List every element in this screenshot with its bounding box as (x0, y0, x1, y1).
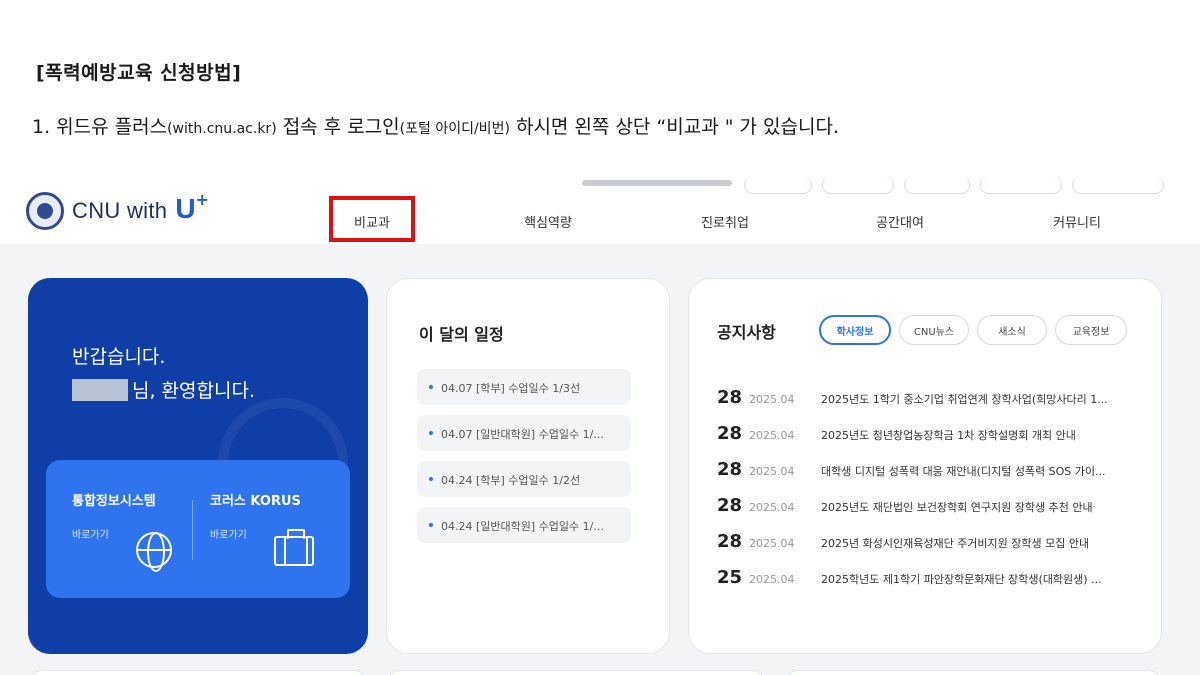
notice-month: 2025.04 (749, 573, 795, 586)
step-url: (with.cnu.ac.kr) (167, 121, 277, 137)
notice-row[interactable]: 25 2025.04 2025학년도 제1학기 파안장학문화재단 장학생(대학원… (717, 567, 1137, 591)
schedule-title: 이 달의 일정 (419, 325, 504, 344)
notice-title: 공지사항 (717, 323, 776, 342)
utility-link[interactable] (904, 176, 970, 194)
welcome-card: 반갑습니다. 님, 환영합니다. 통합정보시스템 바로가기 코러스 KORUS … (28, 278, 368, 654)
schedule-item[interactable]: 04.07 [일반대학원] 수업일수 1/... (417, 415, 631, 451)
welcome-suffix: 님, 환영합니다. (132, 380, 255, 402)
notice-day: 25 (717, 567, 743, 588)
quick-link-title: 통합정보시스템 (72, 494, 156, 509)
nav-item-community[interactable]: 커뮤니티 (1053, 212, 1101, 231)
notice-day: 28 (717, 387, 743, 408)
step-mid: 접속 후 로그인 (276, 116, 400, 138)
quick-link-sub: 바로가기 (72, 530, 109, 541)
notice-text: 2025년도 재단법인 보건장학회 연구지원 장학생 추천 안내 (821, 501, 1093, 514)
notice-text: 2025년 화성시인재육성재단 주거비지원 장학생 모집 안내 (821, 537, 1090, 550)
notice-text: 2025년도 청년창업농장학금 1차 장학설명회 개최 안내 (821, 429, 1076, 442)
step-suffix: 하시면 왼쪽 상단 “비교과 " 가 있습니다. (509, 116, 840, 138)
bottom-card (28, 670, 368, 675)
tab-cnu-news[interactable]: CNU뉴스 (899, 315, 969, 345)
nav-item-core-competency[interactable]: 핵심역량 (524, 212, 572, 231)
step-portal: (포털 아이디/비번) (399, 121, 510, 137)
notice-row[interactable]: 28 2025.04 2025년 화성시인재육성재단 주거비지원 장학생 모집 … (717, 531, 1137, 555)
notice-text: 대학생 디지털 성폭력 대응 재안내(디지털 성폭력 SOS 가이... (821, 465, 1106, 478)
utility-link[interactable] (1072, 176, 1164, 194)
site-header: CNU with U + 비교과 핵심역량 진로취업 공간대여 커뮤니티 (0, 172, 1200, 244)
welcome-user: 님, 환영합니다. (72, 376, 255, 403)
utility-link[interactable] (744, 176, 812, 194)
quick-link-title: 코러스 KORUS (210, 494, 301, 509)
notice-day: 28 (717, 531, 743, 552)
schedule-item[interactable]: 04.24 [일반대학원] 수업일수 1/... (417, 507, 631, 543)
logo-text: CNU with (72, 198, 168, 223)
schedule-item[interactable]: 04.07 [학부] 수업일수 1/3선 (417, 369, 631, 405)
quick-links-panel: 통합정보시스템 바로가기 코러스 KORUS 바로가기 (46, 460, 350, 598)
notice-row[interactable]: 28 2025.04 대학생 디지털 성폭력 대응 재안내(디지털 성폭력 SO… (717, 459, 1137, 483)
quick-link-sub: 바로가기 (210, 530, 247, 541)
logo-u: U (175, 193, 196, 224)
tab-news[interactable]: 새소식 (977, 315, 1047, 345)
notice-month: 2025.04 (749, 429, 795, 442)
logo-plus: + (195, 189, 209, 209)
monthly-schedule-card: 이 달의 일정 04.07 [학부] 수업일수 1/3선 04.07 [일반대학… (386, 278, 670, 654)
site-logo[interactable]: CNU with U + (26, 189, 209, 230)
doc-heading: [폭력예방교육 신청방법] (36, 62, 242, 84)
globe-icon (136, 532, 172, 572)
website-screenshot: CNU with U + 비교과 핵심역량 진로취업 공간대여 커뮤니티 반갑습니… (0, 172, 1200, 675)
notice-text: 2025학년도 제1학기 파안장학문화재단 장학생(대학원생) ... (821, 573, 1102, 586)
notice-month: 2025.04 (749, 501, 795, 514)
welcome-greeting: 반갑습니다. (72, 346, 166, 368)
nav-item-career[interactable]: 진로취업 (701, 212, 749, 231)
bottom-card (784, 670, 1162, 675)
tab-education[interactable]: 교육정보 (1055, 315, 1127, 345)
notice-day: 28 (717, 459, 743, 480)
briefcase-icon (274, 529, 314, 566)
notice-text: 2025년도 1학기 중소기업 취업연계 장학사업(희망사다리 1... (821, 393, 1108, 406)
utility-link[interactable] (822, 176, 894, 194)
utility-link[interactable] (980, 176, 1062, 194)
university-emblem-icon (26, 192, 64, 230)
notice-row[interactable]: 28 2025.04 2025년도 1학기 중소기업 취업연계 장학사업(희망사… (717, 387, 1137, 411)
notice-month: 2025.04 (749, 537, 795, 550)
tab-academic[interactable]: 학사정보 (819, 315, 891, 345)
notice-row[interactable]: 28 2025.04 2025년도 재단법인 보건장학회 연구지원 장학생 추천… (717, 495, 1137, 519)
redacted-username (72, 378, 128, 401)
notice-card: 공지사항 학사정보 CNU뉴스 새소식 교육정보 28 2025.04 2025… (688, 278, 1162, 654)
divider (192, 500, 193, 560)
notice-month: 2025.04 (749, 465, 795, 478)
utility-bar (582, 180, 732, 186)
schedule-item[interactable]: 04.24 [학부] 수업일수 1/2선 (417, 461, 631, 497)
bottom-card (386, 670, 766, 675)
notice-day: 28 (717, 423, 743, 444)
nav-item-space-rental[interactable]: 공간대여 (876, 212, 924, 231)
notice-row[interactable]: 28 2025.04 2025년도 청년창업농장학금 1차 장학설명회 개최 안… (717, 423, 1137, 447)
highlight-annotation-box (329, 196, 415, 242)
doc-step-1: 1. 위드유 플러스(with.cnu.ac.kr) 접속 후 로그인(포털 아… (32, 112, 839, 139)
step-prefix: 1. 위드유 플러스 (32, 116, 168, 138)
main-content: 반갑습니다. 님, 환영합니다. 통합정보시스템 바로가기 코러스 KORUS … (0, 244, 1200, 675)
notice-month: 2025.04 (749, 393, 795, 406)
notice-day: 28 (717, 495, 743, 516)
